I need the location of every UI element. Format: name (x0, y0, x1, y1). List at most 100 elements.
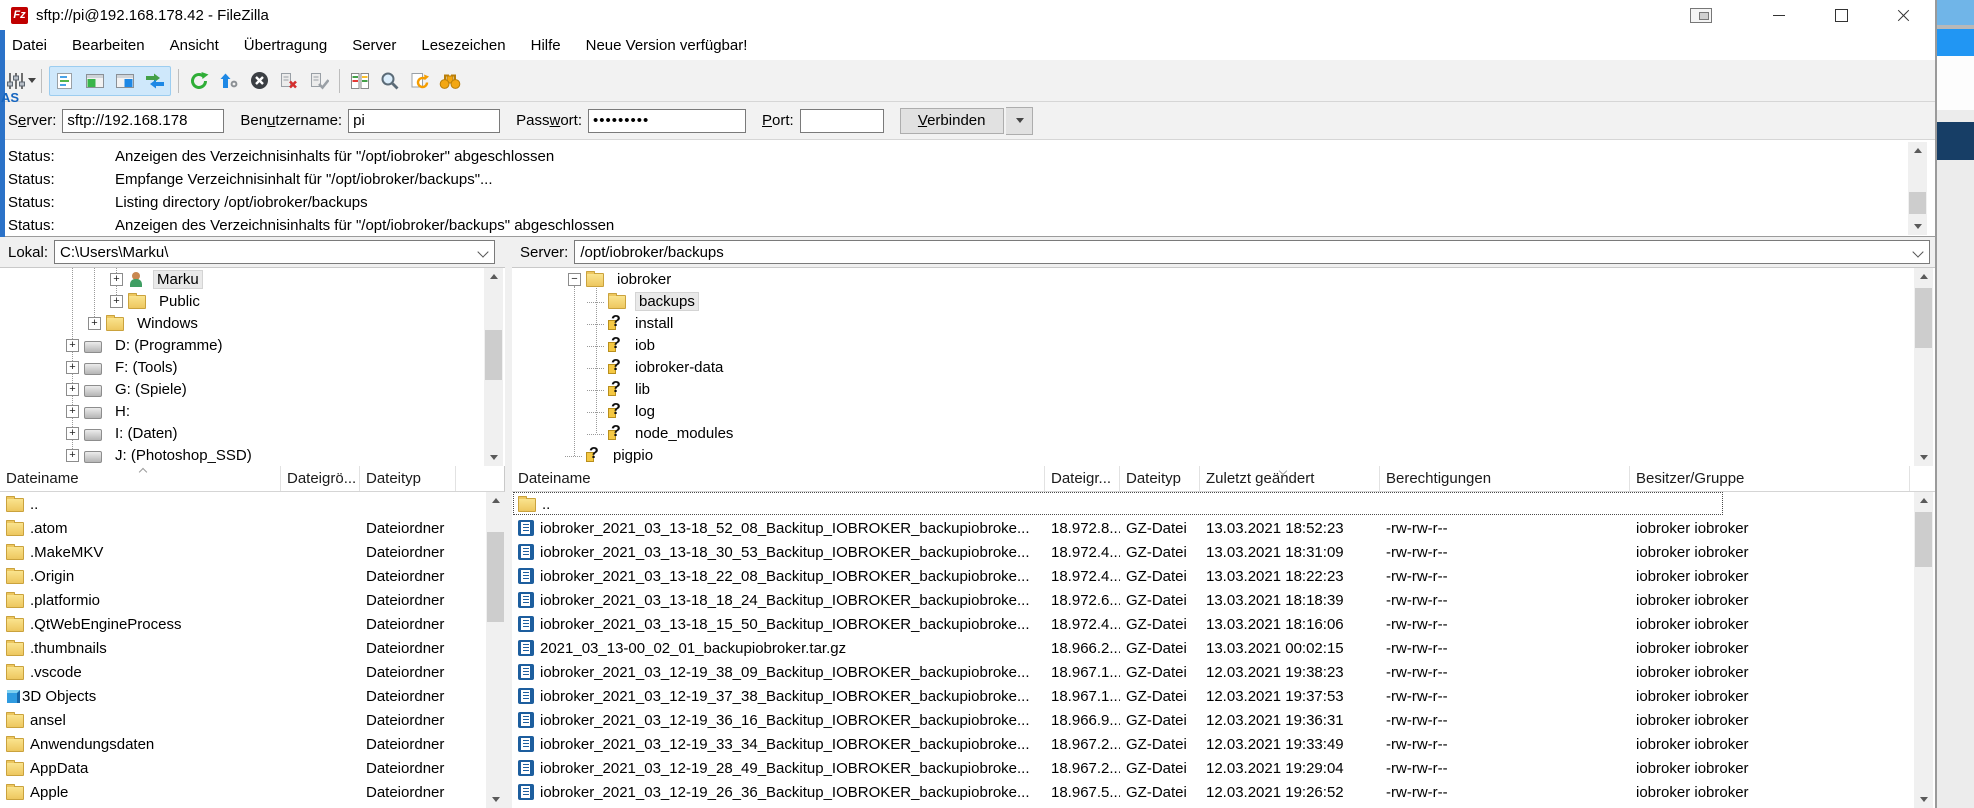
scroll-thumb[interactable] (487, 532, 504, 622)
tree-item[interactable]: backups (512, 290, 1935, 312)
scroll-up-icon[interactable] (1908, 142, 1927, 159)
tree-label[interactable]: install (632, 315, 676, 332)
tree-expander[interactable] (568, 272, 581, 286)
menu-item[interactable]: Datei (12, 37, 47, 54)
chevron-down-icon[interactable] (477, 246, 489, 258)
toggle-local-tree-icon[interactable] (80, 67, 110, 95)
table-row[interactable]: iobroker_2021_03_12-19_36_16_Backitup_IO… (512, 708, 1935, 732)
chevron-down-icon[interactable] (1912, 246, 1925, 258)
scroll-down-icon[interactable] (1914, 449, 1933, 466)
cancel-icon[interactable] (244, 67, 274, 95)
tree-label[interactable]: node_modules (632, 425, 736, 442)
title-bar[interactable]: Fz sftp://pi@192.168.178.42 - FileZilla (0, 0, 1935, 30)
table-row[interactable]: 3D Objects Dateiordner (0, 684, 505, 708)
table-row[interactable]: 2021_03_13-00_02_01_backupiobroker.tar.g… (512, 636, 1935, 660)
toggle-transfer-queue-icon[interactable] (140, 67, 170, 95)
table-row[interactable]: ansel Dateiordner (0, 708, 505, 732)
tree-expander[interactable] (565, 449, 582, 462)
toggle-remote-tree-icon[interactable] (110, 67, 140, 95)
local-path-combobox[interactable]: C:\Users\Marku\ (54, 240, 496, 264)
remote-path-combobox[interactable]: /opt/iobroker/backups (574, 240, 1931, 264)
scroll-thumb[interactable] (1909, 192, 1926, 214)
column-header-owner[interactable]: Besitzer/Gruppe (1630, 466, 1910, 491)
menu-item[interactable]: Bearbeiten (72, 37, 145, 54)
scroll-down-icon[interactable] (1908, 218, 1927, 235)
tree-item[interactable]: Windows (0, 312, 505, 334)
tree-label[interactable]: iobroker-data (632, 359, 726, 376)
tree-expander[interactable] (66, 426, 79, 440)
table-row[interactable]: AppData Dateiordner (0, 756, 505, 780)
tree-item[interactable]: pigpio (512, 444, 1935, 466)
tree-expander[interactable] (587, 361, 604, 374)
tree-expander[interactable] (66, 360, 79, 374)
pane-splitter[interactable] (505, 237, 512, 808)
tree-label[interactable]: G: (Spiele) (112, 381, 190, 398)
table-row[interactable]: iobroker_2021_03_12-19_38_09_Backitup_IO… (512, 660, 1935, 684)
scroll-up-icon[interactable] (484, 268, 503, 285)
input-method-icon[interactable] (1678, 0, 1724, 30)
remote-list-scrollbar[interactable] (1914, 492, 1933, 808)
tree-expander[interactable] (587, 405, 604, 418)
menu-item[interactable]: Ansicht (170, 37, 219, 54)
scroll-up-icon[interactable] (486, 492, 505, 509)
scroll-thumb[interactable] (1915, 512, 1932, 567)
tree-item[interactable]: G: (Spiele) (0, 378, 505, 400)
table-row[interactable]: Anwendungsdaten Dateiordner (0, 732, 505, 756)
minimize-button[interactable] (1756, 0, 1802, 30)
tree-expander[interactable] (66, 448, 79, 462)
table-row[interactable]: iobroker_2021_03_13-18_18_24_Backitup_IO… (512, 588, 1935, 612)
table-row[interactable]: .MakeMKV Dateiordner (0, 540, 505, 564)
table-row[interactable]: .QtWebEngineProcess Dateiordner (0, 612, 505, 636)
tree-label[interactable]: H: (112, 403, 133, 420)
column-header-modified[interactable]: Zuletzt geändert (1200, 466, 1380, 491)
directory-comparison-icon[interactable] (345, 67, 375, 95)
remote-tree-scrollbar[interactable] (1914, 268, 1933, 466)
scroll-down-icon[interactable] (486, 791, 505, 808)
tree-item[interactable]: D: (Programme) (0, 334, 505, 356)
refresh-directory-listing-icon[interactable] (405, 67, 435, 95)
table-row[interactable]: .atom Dateiordner (0, 516, 505, 540)
menu-item[interactable]: Hilfe (531, 37, 561, 54)
tree-label[interactable]: log (632, 403, 658, 420)
menu-item[interactable]: Übertragung (244, 37, 327, 54)
tree-label[interactable]: backups (636, 292, 698, 310)
tree-label[interactable]: Windows (134, 315, 201, 332)
tree-label[interactable]: Marku (154, 270, 202, 288)
tree-expander[interactable] (110, 294, 123, 308)
port-input[interactable] (799, 108, 884, 133)
menu-item[interactable]: Neue Version verfügbar! (586, 37, 748, 54)
tree-item[interactable]: install (512, 312, 1935, 334)
connect-button[interactable]: Verbinden (899, 107, 1004, 134)
table-row[interactable]: Apple Dateiordner (0, 780, 505, 804)
tree-label[interactable]: lib (632, 381, 653, 398)
table-row[interactable]: iobroker_2021_03_12-19_37_38_Backitup_IO… (512, 684, 1935, 708)
table-row[interactable]: .. (0, 492, 505, 516)
tree-expander[interactable] (110, 272, 123, 286)
close-button[interactable] (1880, 0, 1926, 30)
tree-item[interactable]: Marku (0, 268, 505, 290)
tree-item[interactable]: F: (Tools) (0, 356, 505, 378)
table-row[interactable]: iobroker_2021_03_13-18_52_08_Backitup_IO… (512, 516, 1935, 540)
tree-expander[interactable] (66, 382, 79, 396)
table-row[interactable]: iobroker_2021_03_12-19_28_49_Backitup_IO… (512, 756, 1935, 780)
table-row[interactable]: iobroker_2021_03_12-19_33_34_Backitup_IO… (512, 732, 1935, 756)
table-row[interactable]: .platformio Dateiordner (0, 588, 505, 612)
tree-expander[interactable] (66, 404, 79, 418)
scroll-down-icon[interactable] (484, 449, 503, 466)
tree-label[interactable]: iobroker (614, 271, 674, 288)
tree-label[interactable]: pigpio (610, 447, 656, 464)
tree-item[interactable]: iobroker-data (512, 356, 1935, 378)
tree-expander[interactable] (587, 339, 604, 352)
reconnect-icon[interactable] (304, 67, 334, 95)
process-queue-icon[interactable] (214, 67, 244, 95)
menu-item[interactable]: Lesezeichen (421, 37, 505, 54)
tree-item[interactable]: iob (512, 334, 1935, 356)
tree-item[interactable]: node_modules (512, 422, 1935, 444)
scroll-thumb[interactable] (1915, 288, 1932, 348)
table-row[interactable]: .vscode Dateiordner (0, 660, 505, 684)
table-row[interactable]: .Origin Dateiordner (0, 564, 505, 588)
table-row[interactable]: iobroker_2021_03_13-18_15_50_Backitup_IO… (512, 612, 1935, 636)
table-row[interactable]: iobroker_2021_03_13-18_30_53_Backitup_IO… (512, 540, 1935, 564)
username-input[interactable] (348, 108, 501, 133)
password-input[interactable] (588, 108, 746, 133)
